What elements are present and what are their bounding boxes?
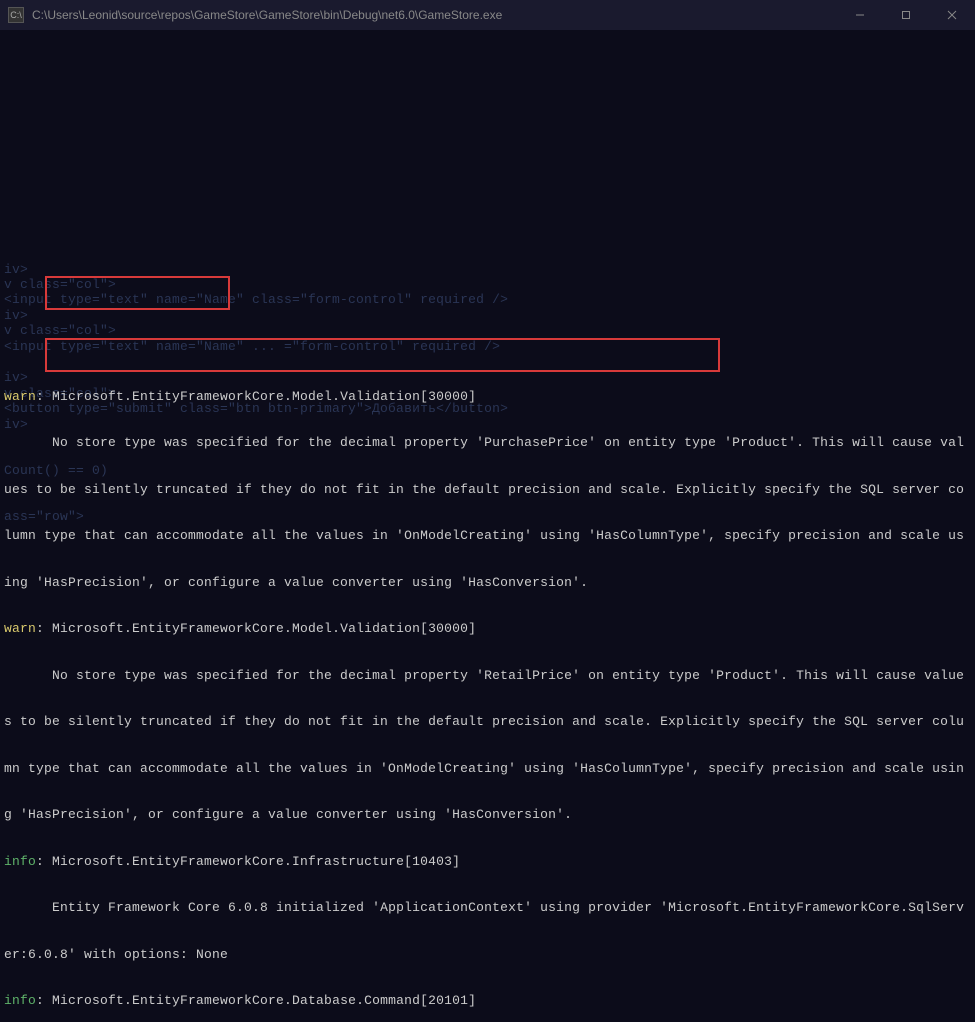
log-line: g 'HasPrecision', or configure a value c… [4, 807, 971, 823]
log-level-info: info [4, 993, 36, 1008]
ghost-text: iv> [4, 308, 28, 324]
log-line: No store type was specified for the deci… [4, 668, 971, 684]
log-line: No store type was specified for the deci… [4, 435, 971, 451]
window-titlebar: C:\ C:\Users\Leonid\source\repos\GameSto… [0, 0, 975, 30]
log-text: : Microsoft.EntityFrameworkCore.Database… [36, 993, 476, 1008]
ghost-text: <input type="text" name="Name" class="fo… [4, 292, 508, 308]
highlight-box-1 [45, 276, 230, 310]
log-line: ing 'HasPrecision', or configure a value… [4, 575, 971, 591]
log-line: s to be silently truncated if they do no… [4, 714, 971, 730]
log-line: mn type that can accommodate all the val… [4, 761, 971, 777]
maximize-button[interactable] [883, 0, 929, 30]
log-level-warn: warn [4, 621, 36, 636]
log-lines: warn: Microsoft.EntityFrameworkCore.Mode… [4, 358, 971, 1022]
log-line: warn: Microsoft.EntityFrameworkCore.Mode… [4, 389, 971, 405]
log-line: Entity Framework Core 6.0.8 initialized … [4, 900, 971, 916]
ghost-text: v class="col"> [4, 277, 116, 293]
log-line: info: Microsoft.EntityFrameworkCore.Infr… [4, 854, 971, 870]
ghost-text: iv> [4, 262, 28, 278]
log-level-warn: warn [4, 389, 36, 404]
log-line: ues to be silently truncated if they do … [4, 482, 971, 498]
log-line: lumn type that can accommodate all the v… [4, 528, 971, 544]
log-line: info: Microsoft.EntityFrameworkCore.Data… [4, 993, 971, 1009]
log-text: : Microsoft.EntityFrameworkCore.Model.Va… [36, 621, 476, 636]
console-output[interactable]: iv> v class="col"> <input type="text" na… [0, 30, 975, 1022]
ghost-text: <input type="text" name="Name" ... ="for… [4, 339, 500, 355]
log-text: : Microsoft.EntityFrameworkCore.Model.Va… [36, 389, 476, 404]
log-text: : Microsoft.EntityFrameworkCore.Infrastr… [36, 854, 460, 869]
log-line: warn: Microsoft.EntityFrameworkCore.Mode… [4, 621, 971, 637]
close-button[interactable] [929, 0, 975, 30]
ghost-text: v class="col"> [4, 323, 116, 339]
window-controls [837, 0, 975, 30]
app-icon: C:\ [8, 7, 24, 23]
window-title: C:\Users\Leonid\source\repos\GameStore\G… [32, 8, 967, 22]
minimize-button[interactable] [837, 0, 883, 30]
log-level-info: info [4, 854, 36, 869]
log-line: er:6.0.8' with options: None [4, 947, 971, 963]
